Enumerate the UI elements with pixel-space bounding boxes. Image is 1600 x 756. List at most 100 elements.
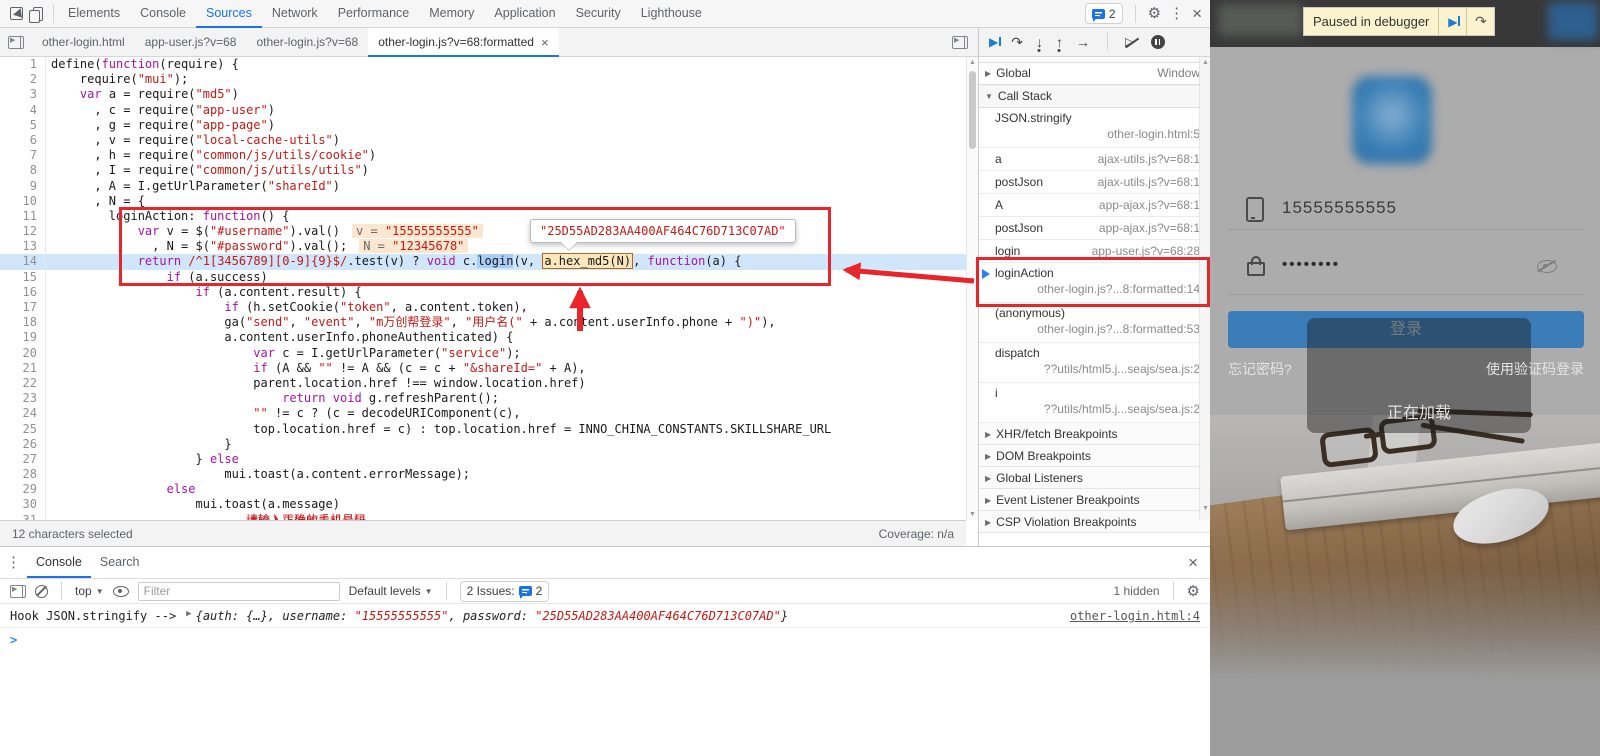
resume-script-icon[interactable]: ▶ — [989, 36, 1002, 48]
source-code-editor[interactable]: 1 define(function(require) {2 require("mu… — [0, 57, 966, 520]
call-stack-frame[interactable]: JSON.stringify other-login.html:5 — [979, 108, 1210, 148]
line-number: 18 — [0, 315, 46, 331]
console-filter-input[interactable] — [137, 581, 340, 601]
banner-step-over-button[interactable]: ↷ — [1466, 8, 1494, 35]
close-devtools-icon[interactable]: × — [1192, 5, 1202, 22]
username-field[interactable]: 15555555555 — [1282, 198, 1397, 218]
more-options-icon[interactable]: ⋮ — [1169, 6, 1184, 21]
tab-performance[interactable]: Performance — [328, 0, 420, 28]
call-stack-frame[interactable]: postJson app-ajax.js?v=68:1 — [979, 217, 1210, 240]
live-expression-icon[interactable] — [112, 585, 129, 597]
photo-dim-overlay — [1210, 415, 1600, 756]
sidebar-section-xhr-fetch-breakpoints[interactable]: ▶ XHR/fetch Breakpoints — [979, 423, 1210, 445]
sidebar-section-dom-breakpoints[interactable]: ▶ DOM Breakpoints — [979, 445, 1210, 467]
sidebar-section-csp-violation-breakpoints[interactable]: ▶ CSP Violation Breakpoints — [979, 511, 1210, 533]
call-stack-frame[interactable]: Aapp-ajax.js?v=68:1 — [979, 194, 1210, 217]
deactivate-breakpoints-icon[interactable] — [1125, 35, 1138, 48]
step-over-icon[interactable]: ↷ — [1011, 35, 1023, 49]
drawer-tab-console[interactable]: Console — [27, 547, 91, 578]
call-stack-frame[interactable]: loginAction other-login.js?...8:formatted… — [979, 263, 1210, 303]
frame-location[interactable]: app-ajax.js?v=68:1 — [1099, 198, 1200, 212]
password-field[interactable]: •••••••• — [1282, 256, 1340, 273]
issues-button[interactable]: 2 — [1084, 3, 1123, 24]
show-navigator-icon[interactable] — [8, 35, 24, 49]
scroll-down-icon[interactable]: ▼ — [967, 511, 978, 518]
section-label: CSP Violation Breakpoints — [996, 515, 1137, 529]
device-toolbar-icon[interactable] — [29, 6, 43, 23]
call-stack-frame[interactable]: i ??utils/html5.j...seajs/sea.js:2 — [979, 383, 1210, 423]
file-tab[interactable]: other-login.html — [32, 28, 135, 57]
tab-security[interactable]: Security — [566, 0, 631, 28]
frame-location[interactable]: ajax-utils.js?v=68:1 — [1098, 175, 1200, 189]
console-issues-button[interactable]: 2 Issues: 2 — [459, 580, 550, 602]
code-line: 6 , v = require("local-cache-utils") — [0, 132, 966, 149]
sms-login-link[interactable]: 使用验证码登录 — [1486, 359, 1584, 379]
field-underline — [1228, 229, 1584, 230]
expand-object-icon[interactable]: ▶ — [186, 609, 191, 619]
editor-panel-icon[interactable] — [952, 35, 968, 49]
frame-location[interactable]: ajax-utils.js?v=68:1 — [1098, 152, 1200, 166]
coverage-status: Coverage: n/a — [878, 526, 954, 541]
drawer-menu-icon[interactable]: ⋮ — [6, 555, 21, 570]
context-selector[interactable]: top ▼ — [75, 584, 104, 598]
inspect-element-icon[interactable] — [10, 7, 23, 20]
frame-location[interactable]: app-user.js?v=68:28 — [1092, 244, 1200, 258]
scroll-down-icon[interactable]: ▼ — [1200, 505, 1210, 512]
drawer-tab-search[interactable]: Search — [91, 547, 149, 578]
console-settings-icon[interactable]: ⚙ — [1187, 584, 1200, 599]
step-icon[interactable]: → — [1076, 35, 1090, 49]
call-stack-header[interactable]: ▼ Call Stack — [979, 85, 1210, 108]
tab-sources[interactable]: Sources — [196, 0, 262, 28]
frame-location[interactable]: app-ajax.js?v=68:1 — [1099, 221, 1200, 235]
log-levels-selector[interactable]: Default levels ▼ — [349, 584, 433, 598]
tab-lighthouse[interactable]: Lighthouse — [631, 0, 712, 28]
close-tab-icon[interactable]: × — [541, 35, 549, 50]
call-stack-frame[interactable]: a ajax-utils.js?v=68:1 — [979, 148, 1210, 171]
scroll-up-icon[interactable]: ▲ — [1200, 59, 1210, 66]
file-tab[interactable]: other-login.js?v=68:formatted × — [368, 27, 559, 57]
scrollbar-thumb[interactable] — [969, 71, 976, 149]
banner-resume-button[interactable]: ▶ — [1438, 8, 1466, 35]
loading-text: 正在加载 — [1386, 405, 1451, 422]
scroll-up-icon[interactable]: ▲ — [967, 59, 978, 66]
file-tab[interactable]: other-login.js?v=68 — [246, 28, 368, 57]
scope-global-row[interactable]: ▶ Global Window — [979, 63, 1210, 85]
frame-location[interactable]: other-login.html:5 — [995, 127, 1200, 141]
toggle-password-visibility-icon[interactable] — [1537, 260, 1557, 273]
tab-network[interactable]: Network — [262, 0, 328, 28]
message-source-link[interactable]: other-login.html:4 — [1070, 609, 1200, 623]
pause-on-exceptions-icon[interactable] — [1150, 35, 1165, 49]
frame-location[interactable]: ??utils/html5.j...seajs/sea.js:2 — [995, 362, 1200, 376]
forgot-password-link[interactable]: 忘记密码? — [1228, 359, 1292, 379]
console-object-preview[interactable]: {auth: {…}, username: "15555555555", pas… — [196, 609, 788, 623]
divider — [1106, 33, 1108, 51]
file-tab[interactable]: app-user.js?v=68 — [135, 28, 247, 57]
code-text: if (a.content.result) { — [195, 284, 362, 299]
frame-location[interactable]: other-login.js?...8:formatted:53 — [995, 322, 1200, 336]
call-stack-frame[interactable]: dispatch ??utils/html5.j...seajs/sea.js:2 — [979, 343, 1210, 383]
clear-console-icon[interactable] — [35, 584, 48, 598]
tab-console[interactable]: Console — [130, 0, 196, 28]
console-sidebar-icon[interactable] — [10, 584, 26, 598]
tab-memory[interactable]: Memory — [419, 0, 484, 28]
code-line: 21 if (A && "" != A && (c = c + "&shareI… — [0, 360, 966, 376]
step-into-icon[interactable]: ↓ — [1036, 35, 1043, 49]
tab-application[interactable]: Application — [484, 0, 565, 28]
call-stack-frame[interactable]: login app-user.js?v=68:28 — [979, 240, 1210, 263]
step-out-icon[interactable]: ↑ — [1056, 35, 1063, 49]
sidebar-scrollbar[interactable]: ▲ ▼ — [1199, 57, 1210, 520]
code-text: require("mui"); — [51, 72, 189, 87]
code-line: 28 mui.toast(a.content.errorMessage); — [0, 467, 966, 483]
call-stack-frame[interactable]: postJson ajax-utils.js?v=68:1 — [979, 171, 1210, 194]
frame-location[interactable]: ??utils/html5.j...seajs/sea.js:2 — [995, 402, 1200, 416]
settings-gear-icon[interactable]: ⚙ — [1148, 6, 1161, 21]
close-drawer-icon[interactable]: × — [1188, 554, 1210, 571]
editor-scrollbar[interactable]: ▲ ▼ — [966, 57, 978, 520]
console-prompt[interactable]: > — [0, 628, 1210, 652]
breakpoint-sections: ▶ XHR/fetch Breakpoints ▶ DOM Breakpoints ▶ G… — [979, 423, 1210, 533]
tab-elements[interactable]: Elements — [58, 0, 130, 28]
sidebar-section-event-listener-breakpoints[interactable]: ▶ Event Listener Breakpoints — [979, 489, 1210, 511]
frame-location[interactable]: other-login.js?...8:formatted:14 — [995, 282, 1200, 296]
call-stack-frame[interactable]: (anonymous) other-login.js?...8:formatted… — [979, 303, 1210, 343]
sidebar-section-global-listeners[interactable]: ▶ Global Listeners — [979, 467, 1210, 489]
